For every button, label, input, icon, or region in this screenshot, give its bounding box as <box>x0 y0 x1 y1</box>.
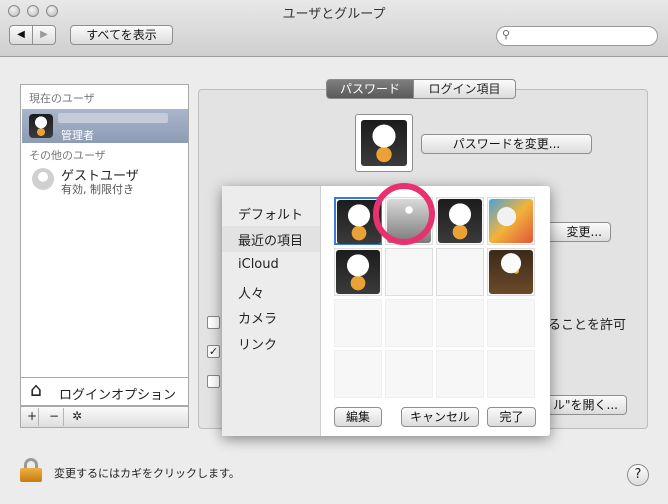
done-button[interactable]: 完了 <box>487 407 536 427</box>
empty-picture-cell[interactable] <box>436 350 484 398</box>
user-role: 管理者 <box>61 129 94 142</box>
checkbox-1[interactable] <box>207 316 220 329</box>
allow-text: ることを許可 <box>548 318 627 333</box>
current-users-header: 現在のユーザ <box>29 92 95 105</box>
search-field[interactable]: ⚲ <box>496 26 658 46</box>
change-button[interactable]: 変更... <box>545 222 611 242</box>
open-button[interactable]: ル"を開く... <box>545 395 627 415</box>
add-user-button[interactable]: + <box>27 409 37 423</box>
picker-categories: デフォルト 最近の項目 iCloud 人々 カメラ リンク <box>222 186 321 436</box>
picture-cell[interactable] <box>487 248 535 296</box>
user-name-redacted <box>58 113 168 123</box>
empty-picture-cell[interactable] <box>487 350 535 398</box>
empty-picture-cell[interactable] <box>385 299 433 347</box>
eagle-picture <box>489 250 533 294</box>
guest-status: 有効, 制限付き <box>61 183 134 196</box>
user-avatar <box>29 114 53 138</box>
help-button[interactable]: ? <box>627 464 649 486</box>
search-icon: ⚲ <box>502 28 511 41</box>
tab-password[interactable]: パスワード <box>326 79 414 99</box>
checkbox-3[interactable] <box>207 375 220 388</box>
search-input[interactable] <box>515 28 653 46</box>
guest-avatar <box>32 168 54 190</box>
window-title: ユーザとグループ <box>282 7 386 22</box>
empty-picture-cell[interactable] <box>334 350 382 398</box>
login-options-label: ログインオプション <box>59 388 177 403</box>
user-row-guest[interactable]: ゲストユーザ 有効, 制限付き <box>22 163 188 197</box>
gear-icon[interactable]: ✲ <box>72 409 82 423</box>
other-users-header: その他のユーザ <box>29 149 106 162</box>
user-picture-well[interactable] <box>355 114 413 172</box>
empty-picture-cell[interactable] <box>487 299 535 347</box>
users-sidebar: 現在のユーザ 管理者 その他のユーザ ゲストユーザ 有効, 制限付き <box>20 84 189 378</box>
empty-picture-cell[interactable] <box>334 299 382 347</box>
flower-picture <box>489 199 533 243</box>
penguin-picture <box>336 250 380 294</box>
edit-button[interactable]: 編集 <box>334 407 382 427</box>
show-all-button[interactable]: すべてを表示 <box>70 25 173 45</box>
user-picture <box>361 120 407 166</box>
cancel-button[interactable]: キャンセル <box>401 407 479 427</box>
lock-body <box>20 468 42 482</box>
picture-cell[interactable] <box>487 197 535 245</box>
divider <box>38 408 39 426</box>
category-recent[interactable]: 最近の項目 <box>238 230 303 249</box>
divider <box>63 408 64 426</box>
forward-button[interactable]: ▶ <box>32 25 56 45</box>
checkbox-2[interactable]: ✓ <box>207 345 220 358</box>
back-button[interactable]: ◀ <box>9 25 33 45</box>
user-row-admin[interactable]: 管理者 <box>22 109 188 143</box>
empty-picture-cell[interactable] <box>385 350 433 398</box>
category-links[interactable]: リンク <box>238 334 277 353</box>
category-icloud[interactable]: iCloud <box>238 257 279 272</box>
highlight-circle <box>373 183 435 245</box>
category-people[interactable]: 人々 <box>238 283 264 302</box>
penguin-picture <box>438 199 482 243</box>
empty-picture-cell[interactable] <box>436 248 484 296</box>
house-icon: ⌂ <box>30 379 43 401</box>
empty-picture-cell[interactable] <box>385 248 433 296</box>
sidebar-bottom-bar: + − ✲ <box>20 406 189 428</box>
change-password-button[interactable]: パスワードを変更... <box>421 134 592 154</box>
login-options-row[interactable]: ⌂ ログインオプション <box>20 378 189 406</box>
picture-cell[interactable] <box>334 248 382 296</box>
category-default[interactable]: デフォルト <box>238 204 303 223</box>
category-camera[interactable]: カメラ <box>238 308 277 327</box>
remove-user-button[interactable]: − <box>49 409 59 423</box>
picture-cell[interactable] <box>436 197 484 245</box>
tab-login-items[interactable]: ログイン項目 <box>414 79 516 99</box>
empty-picture-cell[interactable] <box>436 299 484 347</box>
lock-icon[interactable] <box>20 458 42 482</box>
lock-hint: 変更するにはカギをクリックします。 <box>54 467 240 480</box>
